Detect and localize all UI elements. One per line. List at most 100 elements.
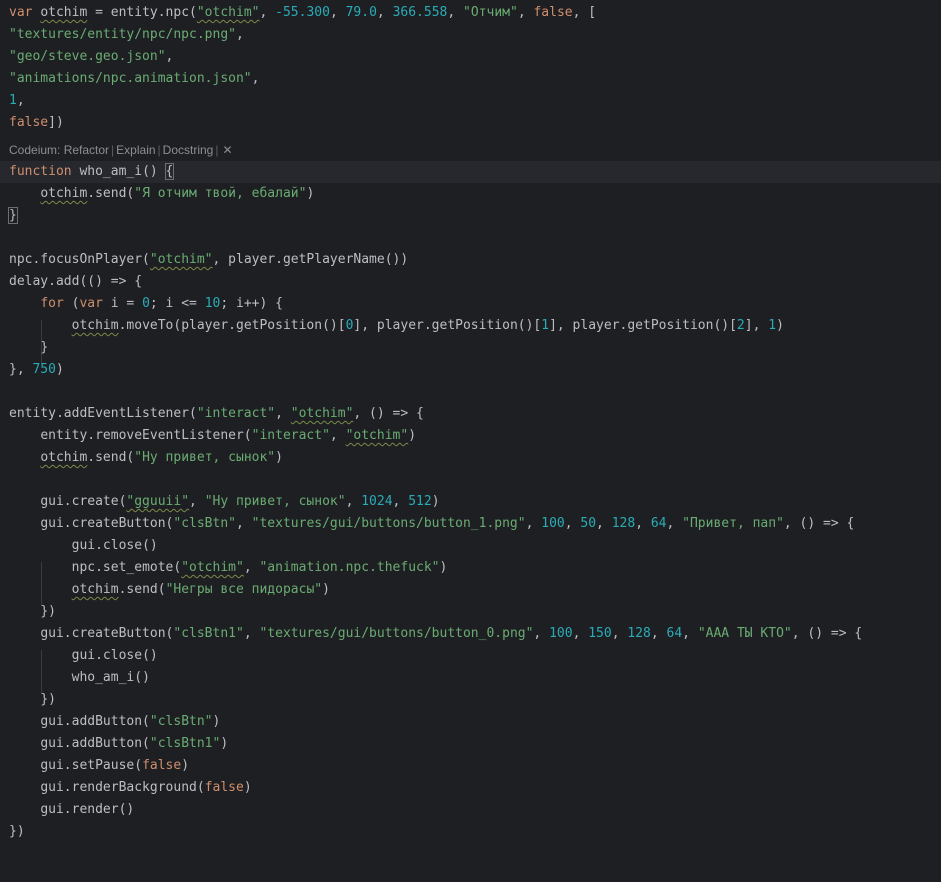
code-text: .send(: [87, 450, 135, 465]
code-text: who_am_i(): [71, 670, 150, 685]
code-text: ): [776, 318, 784, 333]
code-line[interactable]: gui.renderBackground(false): [0, 777, 941, 799]
code-line[interactable]: gui.createButton("clsBtn", "textures/gui…: [0, 513, 941, 535]
number-literal: 1: [541, 318, 550, 333]
code-line[interactable]: gui.create("gguuii", "Ну привет, сынок",…: [0, 491, 941, 513]
string-literal: "Ну привет, сынок": [204, 494, 346, 509]
code-editor[interactable]: var otchim = entity.npc("otchim", -55.30…: [0, 0, 941, 882]
string-literal: "Отчим": [463, 5, 518, 20]
keyword: var: [9, 5, 33, 20]
code-line[interactable]: entity.removeEventListener("interact", "…: [0, 425, 941, 447]
code-line[interactable]: gui.addButton("clsBtn"): [0, 711, 941, 733]
code-text: ,: [235, 27, 244, 42]
code-text: ): [181, 758, 190, 773]
code-text: , () => {: [783, 516, 855, 531]
number-literal: 64: [650, 516, 667, 531]
code-line[interactable]: }: [0, 337, 941, 359]
string-text: "otchim": [345, 428, 409, 443]
codeium-docstring-link[interactable]: Docstring: [163, 143, 214, 157]
code-line-empty[interactable]: [0, 469, 941, 491]
code-line-current[interactable]: function who_am_i() {: [0, 161, 941, 183]
number-literal: 512: [408, 494, 432, 509]
number-literal: 750: [32, 362, 56, 377]
code-text: , () => {: [353, 406, 424, 421]
code-line[interactable]: otchim.send("Негры все пидорасы"): [0, 579, 941, 601]
code-text: ,: [243, 560, 260, 575]
number-literal: 1: [768, 318, 777, 333]
code-line-empty[interactable]: [0, 227, 941, 249]
code-line-empty[interactable]: [0, 381, 941, 403]
code-text: i =: [102, 296, 143, 311]
code-text: who_am_i(): [71, 164, 166, 179]
code-line[interactable]: "animations/npc.animation.json",: [0, 68, 941, 90]
code-line[interactable]: }): [0, 689, 941, 711]
code-text: gui.setPause(: [40, 758, 143, 773]
code-text: ], player.getPosition()[: [353, 318, 542, 333]
string-literal: "clsBtn": [149, 714, 213, 729]
code-line[interactable]: 1,: [0, 90, 941, 112]
keyword: false: [533, 5, 573, 20]
code-text: gui.close(): [71, 648, 158, 663]
code-line[interactable]: }: [0, 205, 941, 227]
text-caret: [173, 162, 175, 179]
code-line[interactable]: npc.set_emote("otchim", "animation.npc.t…: [0, 557, 941, 579]
matched-brace: {: [164, 163, 175, 180]
code-text: ,: [525, 516, 542, 531]
code-text: ,: [611, 626, 628, 641]
code-text: gui.createButton(: [40, 516, 174, 531]
matched-brace: }: [8, 207, 18, 224]
string-literal: "animations/npc.animation.json": [9, 71, 252, 86]
string-literal: "otchim": [181, 560, 244, 575]
code-line[interactable]: gui.createButton("clsBtn1", "textures/gu…: [0, 623, 941, 645]
codeium-explain-link[interactable]: Explain: [116, 143, 155, 157]
code-text: ,: [533, 626, 550, 641]
codeium-refactor-link[interactable]: Codeium: Refactor: [9, 143, 109, 157]
code-line[interactable]: otchim.moveTo(player.getPosition()[0], p…: [0, 315, 941, 337]
string-literal: "clsBtn1": [149, 736, 221, 751]
close-icon[interactable]: ✕: [220, 143, 232, 157]
code-line[interactable]: gui.render(): [0, 799, 941, 821]
code-line[interactable]: }, 750): [0, 359, 941, 381]
code-text: ], player.getPosition()[: [549, 318, 737, 333]
string-literal: "textures/gui/buttons/button_1.png": [251, 516, 526, 531]
code-text: delay.add(() => {: [9, 274, 143, 289]
code-line[interactable]: delay.add(() => {: [0, 271, 941, 293]
number-literal: 0: [142, 296, 150, 311]
code-line[interactable]: }): [0, 601, 941, 623]
code-line[interactable]: npc.focusOnPlayer("otchim", player.getPl…: [0, 249, 941, 271]
code-text: npc.set_emote(: [71, 560, 182, 575]
codeium-codelens: Codeium: Refactor | Explain | Docstring | ✕: [0, 139, 941, 161]
code-line[interactable]: gui.addButton("clsBtn1"): [0, 733, 941, 755]
code-text: ]): [48, 115, 64, 130]
code-line[interactable]: }): [0, 821, 941, 843]
code-text: ,: [682, 626, 698, 641]
code-line[interactable]: for (var i = 0; i <= 10; i++) {: [0, 293, 941, 315]
code-text: ,: [165, 49, 174, 64]
code-line[interactable]: gui.setPause(false): [0, 755, 941, 777]
code-text: ,: [275, 406, 291, 421]
code-line[interactable]: otchim.send("Ну привет, сынок"): [0, 447, 941, 469]
code-text: }): [9, 824, 25, 839]
code-line[interactable]: otchim.send("Я отчим твой, ебалай"): [0, 183, 941, 205]
code-text: ,: [329, 5, 346, 20]
code-line[interactable]: who_am_i(): [0, 667, 941, 689]
keyword: function: [9, 164, 72, 179]
code-text: gui.close(): [71, 538, 158, 553]
code-text: ): [220, 736, 229, 751]
code-line[interactable]: false]): [0, 112, 941, 134]
number-literal: 100: [541, 516, 565, 531]
code-line[interactable]: var otchim = entity.npc("otchim", -55.30…: [0, 2, 941, 24]
code-text: npc.focusOnPlayer(: [9, 252, 150, 267]
keyword: false: [204, 780, 244, 795]
code-line[interactable]: "geo/steve.geo.json",: [0, 46, 941, 68]
code-text: , player.getPlayerName()): [212, 252, 409, 267]
code-text: ): [439, 560, 448, 575]
number-literal: 64: [666, 626, 683, 641]
code-line[interactable]: gui.close(): [0, 535, 941, 557]
code-text: ],: [744, 318, 769, 333]
identifier: otchim: [71, 318, 119, 333]
code-line[interactable]: gui.close(): [0, 645, 941, 667]
string-literal: "Ну привет, сынок": [134, 450, 276, 465]
code-line[interactable]: entity.addEventListener("interact", "otc…: [0, 403, 941, 425]
code-line[interactable]: "textures/entity/npc/npc.png",: [0, 24, 941, 46]
